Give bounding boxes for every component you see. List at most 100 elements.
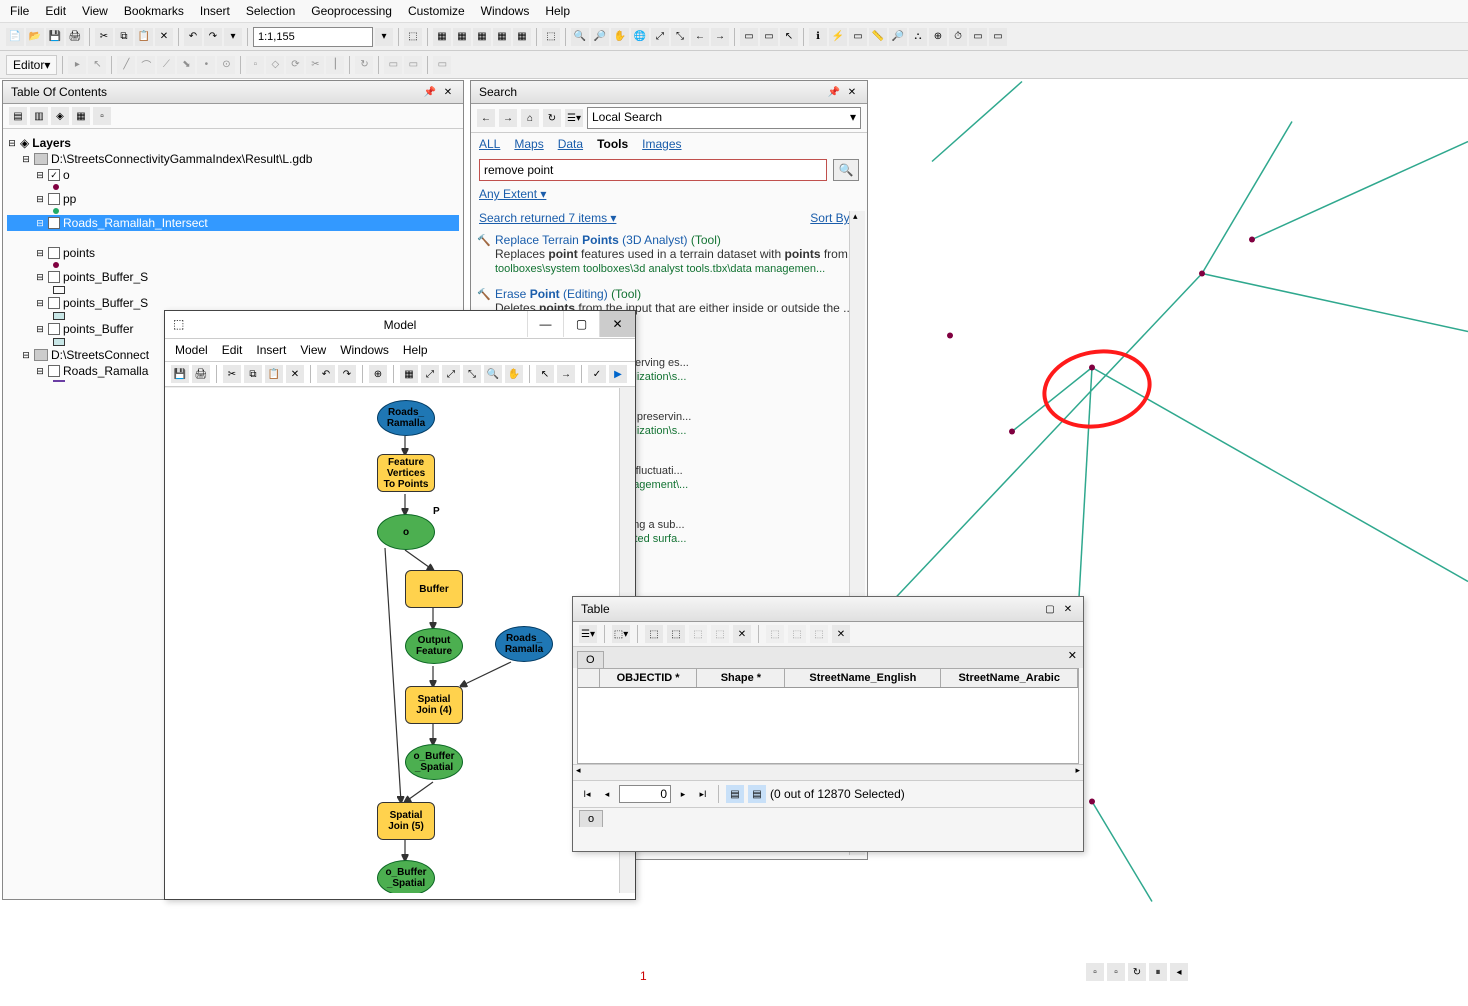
minimize-icon[interactable]: — bbox=[527, 311, 563, 337]
gdb-path[interactable]: D:\StreetsConnectivityGammaIndex\Result\… bbox=[51, 152, 312, 166]
model-node-output[interactable]: Output Feature bbox=[405, 628, 463, 664]
refresh-icon[interactable]: ↻ bbox=[1128, 963, 1146, 981]
clear-selection-icon[interactable]: ⬚ bbox=[689, 625, 707, 643]
new-icon[interactable]: 📄 bbox=[6, 28, 24, 46]
tab-data[interactable]: Data bbox=[558, 137, 583, 151]
layer-checkbox[interactable] bbox=[48, 297, 60, 309]
right-angle-icon[interactable]: ⬊ bbox=[177, 56, 195, 74]
map-scale-input[interactable] bbox=[253, 27, 373, 47]
create-features-icon[interactable]: ▭ bbox=[433, 56, 451, 74]
table-bottom-tab[interactable]: o bbox=[579, 810, 603, 827]
zoom-out-icon[interactable]: 🔎 bbox=[591, 28, 609, 46]
goto-xy-icon[interactable]: ⊕ bbox=[929, 28, 947, 46]
window2-icon[interactable]: ▭ bbox=[989, 28, 1007, 46]
validate-icon[interactable]: ✓ bbox=[588, 365, 606, 383]
menu-windows[interactable]: Windows bbox=[481, 4, 530, 18]
layer-checkbox[interactable]: ✓ bbox=[48, 217, 60, 229]
full-extent-icon[interactable]: 🌐 bbox=[631, 28, 649, 46]
model-menu-windows[interactable]: Windows bbox=[340, 343, 389, 357]
find-icon[interactable]: 🔎 bbox=[889, 28, 907, 46]
edit-tool-icon[interactable]: ▸ bbox=[68, 56, 86, 74]
menu-selection[interactable]: Selection bbox=[246, 4, 295, 18]
model-node-obs2[interactable]: o_Buffer _Spatial bbox=[377, 860, 435, 893]
redo-icon[interactable]: ↷ bbox=[204, 28, 222, 46]
window-icon[interactable]: ▭ bbox=[969, 28, 987, 46]
model-node-o[interactable]: o bbox=[377, 514, 435, 550]
col-streetname-en[interactable]: StreetName_English bbox=[785, 669, 941, 687]
close-icon[interactable]: ✕ bbox=[599, 311, 635, 337]
layers-root[interactable]: Layers bbox=[32, 136, 71, 150]
arc-segment-icon[interactable]: ⌒ bbox=[137, 56, 155, 74]
pin-icon[interactable]: 📌 bbox=[827, 85, 841, 99]
layer-checkbox[interactable] bbox=[48, 323, 60, 335]
expander-icon[interactable]: ⊟ bbox=[35, 248, 45, 259]
tab-all[interactable]: ALL bbox=[479, 137, 500, 151]
expander-icon[interactable]: ⊟ bbox=[7, 138, 17, 149]
pan-icon[interactable]: ✋ bbox=[505, 365, 523, 383]
full-extent-icon[interactable]: ⤢ bbox=[421, 365, 439, 383]
auto-layout-icon[interactable]: ▦ bbox=[400, 365, 418, 383]
search-returned[interactable]: Search returned 7 items ▾ bbox=[479, 211, 616, 225]
print-icon[interactable]: 🖨 bbox=[66, 28, 84, 46]
save-icon[interactable]: 💾 bbox=[46, 28, 64, 46]
next-record-icon[interactable]: ▸ bbox=[675, 786, 691, 802]
expander-icon[interactable]: ⊟ bbox=[35, 366, 45, 377]
expander-icon[interactable]: ⊟ bbox=[21, 350, 31, 361]
clear-selection-icon[interactable]: ▭ bbox=[760, 28, 778, 46]
fixed-zoom-in-icon[interactable]: ⤢ bbox=[651, 28, 669, 46]
catalog-icon[interactable]: ▦ bbox=[453, 28, 471, 46]
zoom-in-icon[interactable]: ⤢ bbox=[442, 365, 460, 383]
python-icon[interactable]: ▦ bbox=[513, 28, 531, 46]
connect-icon[interactable]: → bbox=[557, 365, 575, 383]
expander-icon[interactable]: ⊟ bbox=[35, 324, 45, 335]
row-selector-header[interactable] bbox=[578, 669, 600, 687]
attributes-icon[interactable]: ▭ bbox=[384, 56, 402, 74]
t-icon[interactable]: ✕ bbox=[832, 625, 850, 643]
copy-icon[interactable]: ⧉ bbox=[244, 365, 262, 383]
cut-icon[interactable]: ✂ bbox=[95, 28, 113, 46]
close-icon[interactable]: ✕ bbox=[1061, 602, 1075, 616]
expander-icon[interactable]: ⊟ bbox=[35, 194, 45, 205]
t-icon[interactable]: ⬚ bbox=[766, 625, 784, 643]
gdb-path-2[interactable]: D:\StreetsConnect bbox=[51, 348, 149, 362]
collapse-icon[interactable]: ◂ bbox=[1170, 963, 1188, 981]
expander-icon[interactable]: ⊟ bbox=[35, 272, 45, 283]
trace-icon[interactable]: ⟋ bbox=[157, 56, 175, 74]
html-popup-icon[interactable]: ▭ bbox=[849, 28, 867, 46]
menu-insert[interactable]: Insert bbox=[200, 4, 230, 18]
tab-images[interactable]: Images bbox=[642, 137, 681, 151]
layer-o[interactable]: o bbox=[63, 168, 70, 182]
edit-vertices-icon[interactable]: ◇ bbox=[266, 56, 284, 74]
search-result[interactable]: 🔨 Replace Terrain Points (3D Analyst) (T… bbox=[471, 229, 867, 283]
model-menu-help[interactable]: Help bbox=[403, 343, 428, 357]
back-icon[interactable]: ← bbox=[691, 28, 709, 46]
layer-buffer-s2[interactable]: points_Buffer_S bbox=[63, 296, 148, 310]
scale-dropdown-icon[interactable]: ▾ bbox=[375, 28, 393, 46]
midpoint-icon[interactable]: • bbox=[197, 56, 215, 74]
toc-icon[interactable]: ▦ bbox=[433, 28, 451, 46]
prev-record-icon[interactable]: ◂ bbox=[599, 786, 615, 802]
col-streetname-ar[interactable]: StreetName_Arabic bbox=[941, 669, 1078, 687]
straight-segment-icon[interactable]: ╱ bbox=[117, 56, 135, 74]
show-selected-icon[interactable]: ▤ bbox=[748, 785, 766, 803]
search-button[interactable]: 🔍 bbox=[833, 159, 859, 181]
zoom-icon[interactable]: 🔍 bbox=[484, 365, 502, 383]
model-node-roads2[interactable]: Roads_ Ramalla bbox=[495, 626, 553, 662]
close-icon[interactable]: ✕ bbox=[845, 85, 859, 99]
layer-checkbox[interactable] bbox=[48, 247, 60, 259]
hyperlink-icon[interactable]: ⚡ bbox=[829, 28, 847, 46]
layer-checkbox[interactable]: ✓ bbox=[48, 169, 60, 181]
zoom-out-icon[interactable]: ⤡ bbox=[463, 365, 481, 383]
menu-customize[interactable]: Customize bbox=[408, 4, 465, 18]
run-icon[interactable]: ▶ bbox=[609, 365, 627, 383]
delete-selected-icon[interactable]: ✕ bbox=[733, 625, 751, 643]
select-icon[interactable]: ↖ bbox=[536, 365, 554, 383]
toolbox-icon[interactable]: ▦ bbox=[493, 28, 511, 46]
list-by-selection-icon[interactable]: ▦ bbox=[72, 107, 90, 125]
cut-icon[interactable]: ✂ bbox=[223, 365, 241, 383]
point-icon[interactable]: ▫ bbox=[246, 56, 264, 74]
col-shape[interactable]: Shape * bbox=[697, 669, 785, 687]
model-node-sj4[interactable]: Spatial Join (4) bbox=[405, 686, 463, 724]
tab-maps[interactable]: Maps bbox=[514, 137, 543, 151]
model-node-obs[interactable]: o_Buffer _Spatial bbox=[405, 744, 463, 780]
